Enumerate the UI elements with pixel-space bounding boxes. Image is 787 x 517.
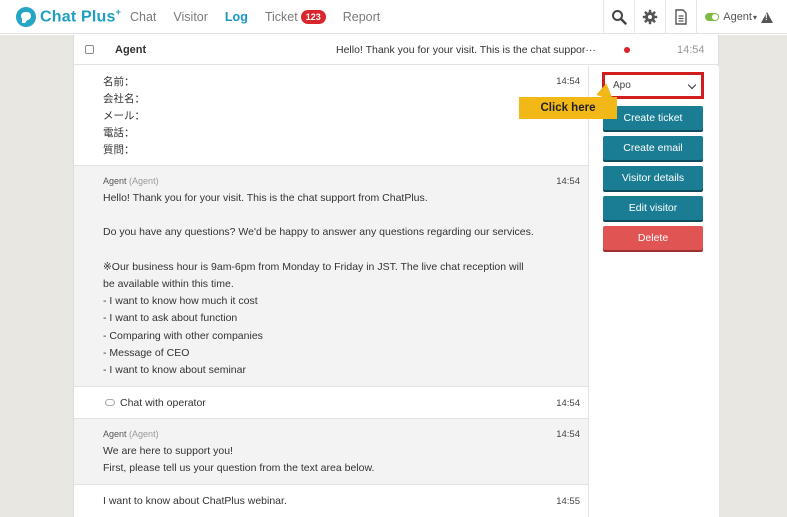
message-agent-support: Agent (Agent) 14:54 We are here to suppo… xyxy=(74,419,588,485)
message-sender: Agent (Agent) xyxy=(103,176,159,186)
thread-agent-name: Agent xyxy=(115,44,147,56)
form-field-name: 名前： xyxy=(103,76,135,88)
message-line: I want to know about ChatPlus webinar. xyxy=(103,495,287,507)
message-time: 14:54 xyxy=(556,76,580,87)
header-tools: Agent ▾ xyxy=(603,0,787,34)
message-line: ※Our business hour is 9am-6pm from Monda… xyxy=(103,261,524,273)
logo-plus: + xyxy=(115,7,122,18)
delete-button[interactable]: Delete xyxy=(603,226,703,250)
ticket-count-badge: 123 xyxy=(300,10,326,24)
form-field-question: 質問： xyxy=(103,144,135,156)
thread-header[interactable]: Agent Hello! Thank you for your visit. T… xyxy=(74,35,718,65)
message-system: Chat with operator 14:54 xyxy=(74,387,588,419)
sender-role: (Agent) xyxy=(129,176,159,186)
form-field-email: メール： xyxy=(103,110,145,122)
message-time: 14:55 xyxy=(556,496,580,507)
main-nav: Chat Visitor Log Ticket 123 Report xyxy=(130,0,397,34)
message-form: 14:54 名前： 会社名： メール： 電話： 質問： xyxy=(74,66,588,166)
message-line: Hello! Thank you for your visit. This is… xyxy=(103,192,428,204)
message-line: - Comparing with other companies xyxy=(103,330,263,342)
message-line: - I want to know how much it cost xyxy=(103,295,258,307)
search-button[interactable] xyxy=(603,0,634,34)
top-bar: Chat Plus+ Chat Visitor Log Ticket 123 Re… xyxy=(0,0,787,34)
thread-time: 14:54 xyxy=(677,44,705,56)
chevron-down-icon xyxy=(687,80,697,90)
message-line: - I want to know about seminar xyxy=(103,364,246,376)
logo-text: Chat Plus xyxy=(40,8,116,26)
create-email-button[interactable]: Create email xyxy=(603,136,703,160)
sender-role: (Agent) xyxy=(129,429,159,439)
message-line: We are here to support you! xyxy=(103,445,233,457)
nav-ticket-label: Ticket xyxy=(264,10,298,24)
document-button[interactable] xyxy=(665,0,696,34)
agent-label: Agent xyxy=(723,11,752,23)
message-time: 14:54 xyxy=(556,176,580,187)
visitor-details-button[interactable]: Visitor details xyxy=(603,166,703,190)
thread-checkbox[interactable] xyxy=(85,45,94,54)
form-field-company: 会社名： xyxy=(103,93,145,105)
form-field-phone: 電話： xyxy=(103,127,135,139)
thread-preview: Hello! Thank you for your visit. This is… xyxy=(336,44,596,56)
nav-report[interactable]: Report xyxy=(343,10,381,24)
warning-icon[interactable] xyxy=(761,11,773,23)
click-here-callout: Click here xyxy=(519,97,617,119)
document-icon xyxy=(675,9,687,25)
sender-name: Agent xyxy=(103,429,127,439)
nav-ticket[interactable]: Ticket 123 xyxy=(265,10,326,24)
status-select[interactable]: Apo xyxy=(602,72,704,99)
system-text: Chat with operator xyxy=(120,397,206,409)
online-toggle-icon[interactable] xyxy=(705,13,720,21)
message-time: 14:54 xyxy=(556,429,580,440)
create-ticket-button[interactable]: Create ticket xyxy=(603,106,703,130)
action-sidebar: Apo Create ticket Create email Visitor d… xyxy=(589,66,719,517)
logo[interactable]: Chat Plus+ xyxy=(16,6,121,28)
message-agent-greeting: Agent (Agent) 14:54 Hello! Thank you for… xyxy=(74,166,588,387)
message-line: - Message of CEO xyxy=(103,347,190,359)
message-time: 14:54 xyxy=(556,398,580,409)
edit-visitor-button[interactable]: Edit visitor xyxy=(603,196,703,220)
message-sender: Agent (Agent) xyxy=(103,429,159,439)
nav-log[interactable]: Log xyxy=(225,10,248,24)
settings-button[interactable] xyxy=(634,0,665,34)
message-list[interactable]: 14:54 名前： 会社名： メール： 電話： 質問： Agent (Agent… xyxy=(74,66,589,517)
unread-dot-icon xyxy=(624,47,630,53)
message-line: First, please tell us your question from… xyxy=(103,462,375,474)
message-line: be available within this time. xyxy=(103,278,234,290)
nav-visitor[interactable]: Visitor xyxy=(173,10,208,24)
agent-status-menu[interactable]: Agent ▾ xyxy=(696,0,787,34)
gear-icon xyxy=(643,9,658,25)
message-visitor: I want to know about ChatPlus webinar. 1… xyxy=(74,485,588,517)
sender-name: Agent xyxy=(103,176,127,186)
chat-bubble-icon xyxy=(105,399,115,406)
message-line: - I want to ask about function xyxy=(103,312,238,324)
chat-logo-icon xyxy=(16,7,36,27)
search-icon xyxy=(612,10,627,25)
message-line: Do you have any questions? We'd be happy… xyxy=(103,226,534,238)
caret-down-icon: ▾ xyxy=(752,12,757,22)
nav-chat[interactable]: Chat xyxy=(130,10,156,24)
